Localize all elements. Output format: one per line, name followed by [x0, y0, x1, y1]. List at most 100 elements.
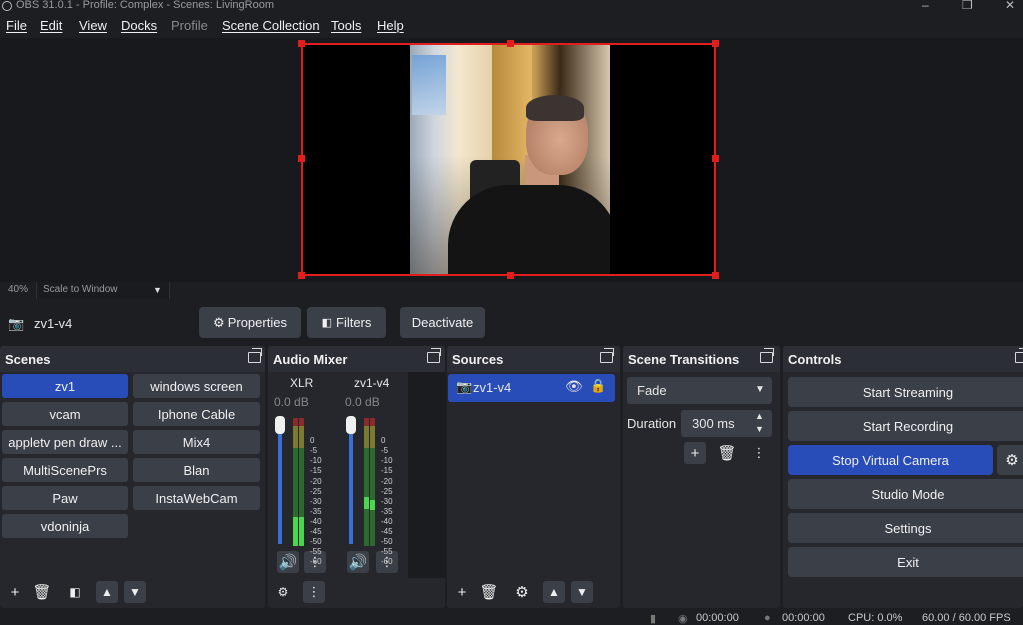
menu-scene-collection[interactable]: Scene Collection: [222, 18, 320, 33]
scene-item[interactable]: Iphone Cable: [133, 402, 260, 426]
status-bar: ▮ ◉ 00:00:00 ● 00:00:00 CPU: 0.0% 60.00 …: [0, 608, 1023, 625]
move-up-icon[interactable]: ▲: [543, 581, 565, 603]
lock-icon[interactable]: 🔒: [590, 378, 606, 394]
transition-select[interactable]: Fade ▼: [627, 377, 772, 404]
signal-icon: ▮: [650, 613, 657, 625]
scene-item[interactable]: appletv pen draw ...: [2, 430, 128, 454]
menu-tools[interactable]: Tools: [331, 18, 361, 33]
menu-help[interactable]: Help: [377, 18, 404, 33]
advanced-audio-icon[interactable]: ⚙: [272, 581, 294, 603]
scene-item[interactable]: InstaWebCam: [133, 486, 260, 510]
float-dock-icon[interactable]: [248, 348, 262, 363]
scene-filters-icon[interactable]: ◧: [64, 581, 86, 603]
scene-item[interactable]: vdoninja: [2, 514, 128, 538]
obs-logo-icon: [2, 1, 12, 11]
scene-item[interactable]: MultiScenePrs: [2, 458, 128, 482]
scale-mode-select[interactable]: Scale to Window: [36, 282, 170, 299]
add-scene-icon[interactable]: +: [4, 581, 26, 603]
menu-edit[interactable]: Edit: [40, 18, 62, 33]
remove-transition-icon[interactable]: 🗑: [716, 442, 738, 464]
resize-handle[interactable]: [712, 155, 719, 162]
duration-spinbox[interactable]: 300 ms ▲ ▼: [681, 410, 772, 437]
chevron-down-icon[interactable]: ▼: [755, 424, 764, 434]
level-meter: [293, 418, 304, 546]
menu-view[interactable]: View: [79, 18, 107, 33]
stop-virtual-camera-button[interactable]: Stop Virtual Camera: [788, 445, 993, 475]
start-recording-button[interactable]: Start Recording: [788, 411, 1023, 441]
add-source-icon[interactable]: +: [451, 581, 473, 603]
resize-handle[interactable]: [712, 272, 719, 279]
move-up-icon[interactable]: ▲: [96, 581, 118, 603]
preview-area[interactable]: [0, 38, 1023, 282]
filters-button[interactable]: ◧ Filters: [307, 307, 386, 338]
deactivate-button[interactable]: Deactivate: [400, 307, 485, 338]
mixer-menu-icon[interactable]: ⋮: [303, 581, 325, 603]
gear-icon: ⚙: [213, 314, 225, 330]
close-icon[interactable]: ✕: [1005, 0, 1015, 12]
title-bar: OBS 31.0.1 - Profile: Complex - Scenes: …: [0, 0, 1023, 14]
resize-handle[interactable]: [712, 40, 719, 47]
camera-icon: 📷: [456, 379, 473, 394]
eye-icon[interactable]: 👁: [565, 378, 583, 395]
remove-source-icon[interactable]: 🗑: [478, 581, 500, 603]
controls-title: Controls: [783, 346, 1023, 372]
speaker-icon[interactable]: 🔊: [347, 551, 369, 573]
float-dock-icon[interactable]: [600, 348, 614, 363]
transition-menu-icon[interactable]: ⋮: [748, 442, 770, 464]
source-properties-icon[interactable]: ⚙: [511, 581, 533, 603]
fps-readout: 60.00 / 60.00 FPS: [922, 612, 1011, 624]
scene-item[interactable]: Paw: [2, 486, 128, 510]
scene-item[interactable]: Blan: [133, 458, 260, 482]
resize-handle[interactable]: [298, 272, 305, 279]
preview-canvas[interactable]: [298, 40, 719, 279]
scene-item[interactable]: windows screen: [133, 374, 260, 398]
preview-zoom-bar: 40% Scale to Window ▼: [0, 282, 1023, 299]
scene-item[interactable]: Mix4: [133, 430, 260, 454]
chevron-down-icon: ▼: [755, 384, 765, 395]
virtual-camera-settings-icon[interactable]: ⚙: [997, 445, 1023, 475]
meter-scale: 0 -5 -10 -15 -20 -25 -30 -35 -40 -45 -50 -55 -60: [381, 436, 393, 567]
scene-item[interactable]: vcam: [2, 402, 128, 426]
start-streaming-button[interactable]: Start Streaming: [788, 377, 1023, 407]
resize-handle[interactable]: [298, 155, 305, 162]
restore-icon[interactable]: ❐: [962, 0, 973, 12]
speaker-icon[interactable]: 🔊: [277, 551, 299, 573]
record-timer: 00:00:00: [782, 612, 825, 624]
volume-fader[interactable]: [275, 416, 285, 544]
meter-scale: 0 -5 -10 -15 -20 -25 -30 -35 -40 -45 -50 -55 -60: [310, 436, 322, 567]
menu-docks[interactable]: Docks: [121, 18, 157, 33]
zoom-level: 40%: [8, 284, 29, 295]
float-dock-icon[interactable]: [1015, 348, 1023, 363]
add-transition-icon[interactable]: +: [684, 442, 706, 464]
resize-handle[interactable]: [507, 40, 514, 47]
camera-feed: [410, 45, 610, 274]
window-title: OBS 31.0.1 - Profile: Complex - Scenes: …: [16, 0, 275, 11]
scenes-title: Scenes: [0, 346, 265, 372]
source-item[interactable]: 📷 zv1-v4 👁 🔒: [448, 374, 615, 402]
channel-name: zv1-v4: [354, 376, 390, 390]
scene-transitions-dock: Scene Transitions Fade ▼ Duration 300 ms…: [623, 346, 780, 608]
menu-profile: Profile: [171, 18, 208, 33]
chevron-down-icon[interactable]: ▼: [153, 285, 162, 295]
move-down-icon[interactable]: ▼: [571, 581, 593, 603]
channel-volume-db: 0.0 dB: [345, 395, 380, 409]
chevron-up-icon[interactable]: ▲: [755, 411, 764, 421]
properties-button[interactable]: ⚙ Properties: [199, 307, 301, 338]
studio-mode-button[interactable]: Studio Mode: [788, 479, 1023, 509]
exit-button[interactable]: Exit: [788, 547, 1023, 577]
float-dock-icon[interactable]: [427, 348, 441, 363]
scene-item[interactable]: zv1: [2, 374, 128, 398]
float-dock-icon[interactable]: [760, 348, 774, 363]
minimize-icon[interactable]: –: [922, 0, 929, 12]
menu-file[interactable]: File: [6, 18, 27, 33]
move-down-icon[interactable]: ▼: [124, 581, 146, 603]
resize-handle[interactable]: [298, 40, 305, 47]
resize-handle[interactable]: [507, 272, 514, 279]
channel-name: XLR: [290, 376, 314, 390]
volume-fader[interactable]: [346, 416, 356, 544]
remove-scene-icon[interactable]: 🗑: [31, 581, 53, 603]
audio-mixer-title: Audio Mixer: [268, 346, 445, 372]
controls-dock: Controls Start Streaming Start Recording…: [783, 346, 1023, 608]
record-icon: ●: [764, 612, 771, 624]
settings-button[interactable]: Settings: [788, 513, 1023, 543]
